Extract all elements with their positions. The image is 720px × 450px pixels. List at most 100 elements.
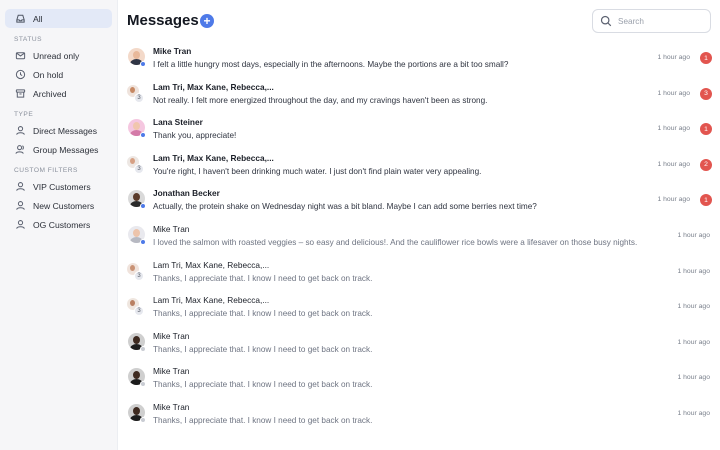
message-preview: Thanks, I appreciate that. I know I need… [153,273,373,283]
group-member-count: 3 [134,163,144,174]
message-row[interactable]: Jonathan Becker Actually, the protein sha… [118,182,720,218]
unread-count-badge: 1 [700,52,712,64]
sender-name: Lam Tri, Max Kane, Rebecca,... [153,295,270,306]
sidebar-item-archived[interactable]: Archived [5,84,112,103]
timestamp: 1 hour ago [677,231,710,239]
message-row[interactable]: Mike Tran Thanks, I appreciate that. I kn… [118,325,720,361]
message-preview: I felt a little hungry most days, especi… [153,60,509,69]
message-preview: Thanks, I appreciate that. I know I need… [153,415,373,425]
unread-count-badge: 2 [700,158,712,171]
unread-count-badge: 1 [700,194,712,207]
timestamp: 1 hour ago [677,374,710,382]
sidebar-section-type: TYPE [14,111,34,118]
timestamp: 1 hour ago [677,303,710,311]
message-preview: Thank you, appreciate! [153,131,237,141]
message-preview: Thanks, I appreciate that. I know I need… [153,309,373,319]
sender-name: Mike Tran [153,46,192,56]
new-message-button[interactable]: + [200,14,214,28]
sender-name: Lam Tri, Max Kane, Rebecca,... [153,152,274,163]
sender-name: Lam Tri, Max Kane, Rebecca,... [153,81,274,92]
sidebar-item-label: All [33,13,43,24]
avatar-face [130,86,135,93]
sidebar-item-label: Direct Messages [33,125,97,136]
user-icon [14,181,26,193]
sender-name: Mike Tran [153,223,190,234]
timestamp: 1 hour ago [657,54,690,61]
sender-name: Mike Tran [153,330,190,341]
message-row[interactable]: 3 Lam Tri, Max Kane, Rebecca,... Not reall… [118,76,720,112]
message-row[interactable]: Mike Tran Thanks, I appreciate that. I kn… [118,360,720,396]
inbox-icon [14,13,26,25]
search-box[interactable] [592,9,711,33]
presence-dot [140,238,146,245]
message-row[interactable]: 3 Lam Tri, Max Kane, Rebecca,... Thanks, I… [118,254,720,290]
sidebar-item-label: On hold [33,69,64,80]
message-preview: Actually, the protein shake on Wednesday… [153,202,537,212]
presence-dot [140,345,146,352]
sidebar-item-og-customers[interactable]: OG Customers [5,215,112,234]
sidebar-item-new-customers[interactable]: New Customers [5,196,112,215]
avatar-face [133,51,140,59]
sidebar-section-custom-filters: CUSTOM FILTERS [14,167,78,174]
message-preview: You're right, I haven't been drinking mu… [153,166,482,176]
user-icon [14,219,26,231]
sender-name: Lam Tri, Max Kane, Rebecca,... [153,259,270,270]
timestamp: 1 hour ago [677,267,710,275]
message-row[interactable]: 3 Lam Tri, Max Kane, Rebecca,... You're ri… [118,147,720,183]
unread-count-badge: 1 [700,123,712,136]
sender-name: Mike Tran [153,401,190,412]
sidebar-item-label: VIP Customers [33,181,91,192]
presence-dot [140,381,146,388]
avatar-face [133,335,140,344]
avatar-face [130,300,135,307]
presence-dot [140,132,146,139]
presence-dot [140,203,146,210]
sender-name: Mike Tran [153,366,190,377]
avatar-face [130,157,135,164]
avatar-face [133,193,140,202]
avatar-face [130,264,135,271]
unread-count-badge: 3 [700,87,712,100]
search-input[interactable] [618,16,704,26]
message-row[interactable]: Mike Tran I loved the salmon with roasted… [118,218,720,254]
sender-name: Lana Steiner [153,117,203,128]
timestamp: 1 hour ago [657,160,690,168]
presence-dot [140,416,146,423]
user-icon [14,200,26,212]
message-preview: Thanks, I appreciate that. I know I need… [153,380,373,390]
sender-name: Jonathan Becker [153,188,220,199]
sidebar-item-unread-only[interactable]: Unread only [5,46,112,65]
group-member-count: 3 [134,306,144,317]
timestamp: 1 hour ago [677,409,710,417]
sidebar-item-group-messages[interactable]: Group Messages [5,140,112,159]
sidebar-item-vip-customers[interactable]: VIP Customers [5,177,112,196]
message-list: Mike Tran I felt a little hungry most day… [118,40,720,432]
message-preview: Not really. I felt more energized throug… [153,95,488,105]
avatar-face [133,371,140,380]
timestamp: 1 hour ago [657,196,690,204]
message-row[interactable]: Lana Steiner Thank you, appreciate! 1 hour… [118,111,720,147]
archive-icon [14,88,26,100]
mail-icon [14,50,26,62]
sidebar-item-direct-messages[interactable]: Direct Messages [5,121,112,140]
sidebar-item-on-hold[interactable]: On hold [5,65,112,84]
plus-icon: + [203,14,211,28]
message-row[interactable]: Mike Tran I felt a little hungry most day… [118,40,720,76]
group-member-count: 3 [134,92,144,103]
timestamp: 1 hour ago [677,338,710,346]
message-row[interactable]: 3 Lam Tri, Max Kane, Rebecca,... Thanks, I… [118,289,720,325]
user-icon [14,125,26,137]
sidebar: All STATUS Unread only On hold Archived … [0,0,118,450]
sidebar-item-all[interactable]: All [5,9,112,28]
avatar-face [133,122,140,131]
users-icon [14,144,26,156]
sidebar-item-label: New Customers [33,200,95,211]
sidebar-item-label: Archived [33,88,67,99]
timestamp: 1 hour ago [657,125,690,133]
sidebar-section-status: STATUS [14,36,43,43]
message-preview: I loved the salmon with roasted veggies … [153,237,638,247]
page-title: Messages [127,12,199,29]
clock-icon [14,69,26,81]
sidebar-item-label: Group Messages [33,144,99,155]
message-row[interactable]: Mike Tran Thanks, I appreciate that. I kn… [118,396,720,432]
